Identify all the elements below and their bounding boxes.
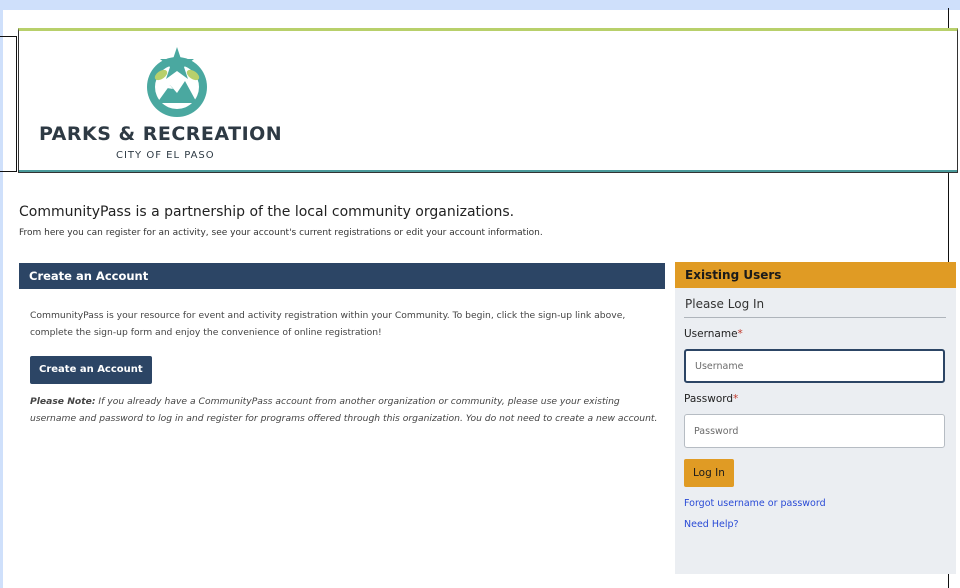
- site-banner: PARKS & RECREATION CITY OF EL PASO: [18, 28, 958, 173]
- existing-users-header: Existing Users: [675, 262, 956, 288]
- page-subline: From here you can register for an activi…: [19, 228, 543, 238]
- login-form: Please Log In Username* Password* Log In…: [675, 288, 956, 530]
- banner-divider: [19, 170, 957, 172]
- username-input[interactable]: [684, 349, 945, 383]
- forgot-credentials-link[interactable]: Forgot username or password: [684, 498, 946, 509]
- page-headline: CommunityPass is a partnership of the lo…: [19, 204, 515, 220]
- create-account-body: CommunityPass is your resource for event…: [19, 289, 665, 427]
- required-mark: *: [737, 328, 743, 340]
- create-account-header: Create an Account: [19, 263, 665, 289]
- browser-top-strip: [0, 0, 960, 10]
- create-account-panel: Create an Account CommunityPass is your …: [19, 263, 665, 427]
- login-subheader: Please Log In: [684, 288, 946, 318]
- note-text: If you already have a CommunityPass acco…: [30, 396, 658, 424]
- frame-border-left: [0, 36, 17, 172]
- required-mark: *: [733, 393, 739, 405]
- logo-subtitle: CITY OF EL PASO: [116, 150, 215, 161]
- login-button[interactable]: Log In: [684, 459, 734, 487]
- create-account-description: CommunityPass is your resource for event…: [30, 310, 626, 338]
- create-account-button[interactable]: Create an Account: [30, 356, 152, 384]
- username-label: Username*: [684, 328, 743, 340]
- logo-title: PARKS & RECREATION: [39, 123, 283, 145]
- password-label: Password*: [684, 393, 739, 405]
- login-panel: Existing Users Please Log In Username* P…: [675, 262, 956, 574]
- existing-account-note: Please Note: If you already have a Commu…: [30, 393, 660, 427]
- note-label: Please Note:: [30, 396, 96, 407]
- parks-logo-icon: [147, 47, 207, 117]
- password-input[interactable]: [684, 414, 945, 448]
- need-help-link[interactable]: Need Help?: [684, 519, 946, 530]
